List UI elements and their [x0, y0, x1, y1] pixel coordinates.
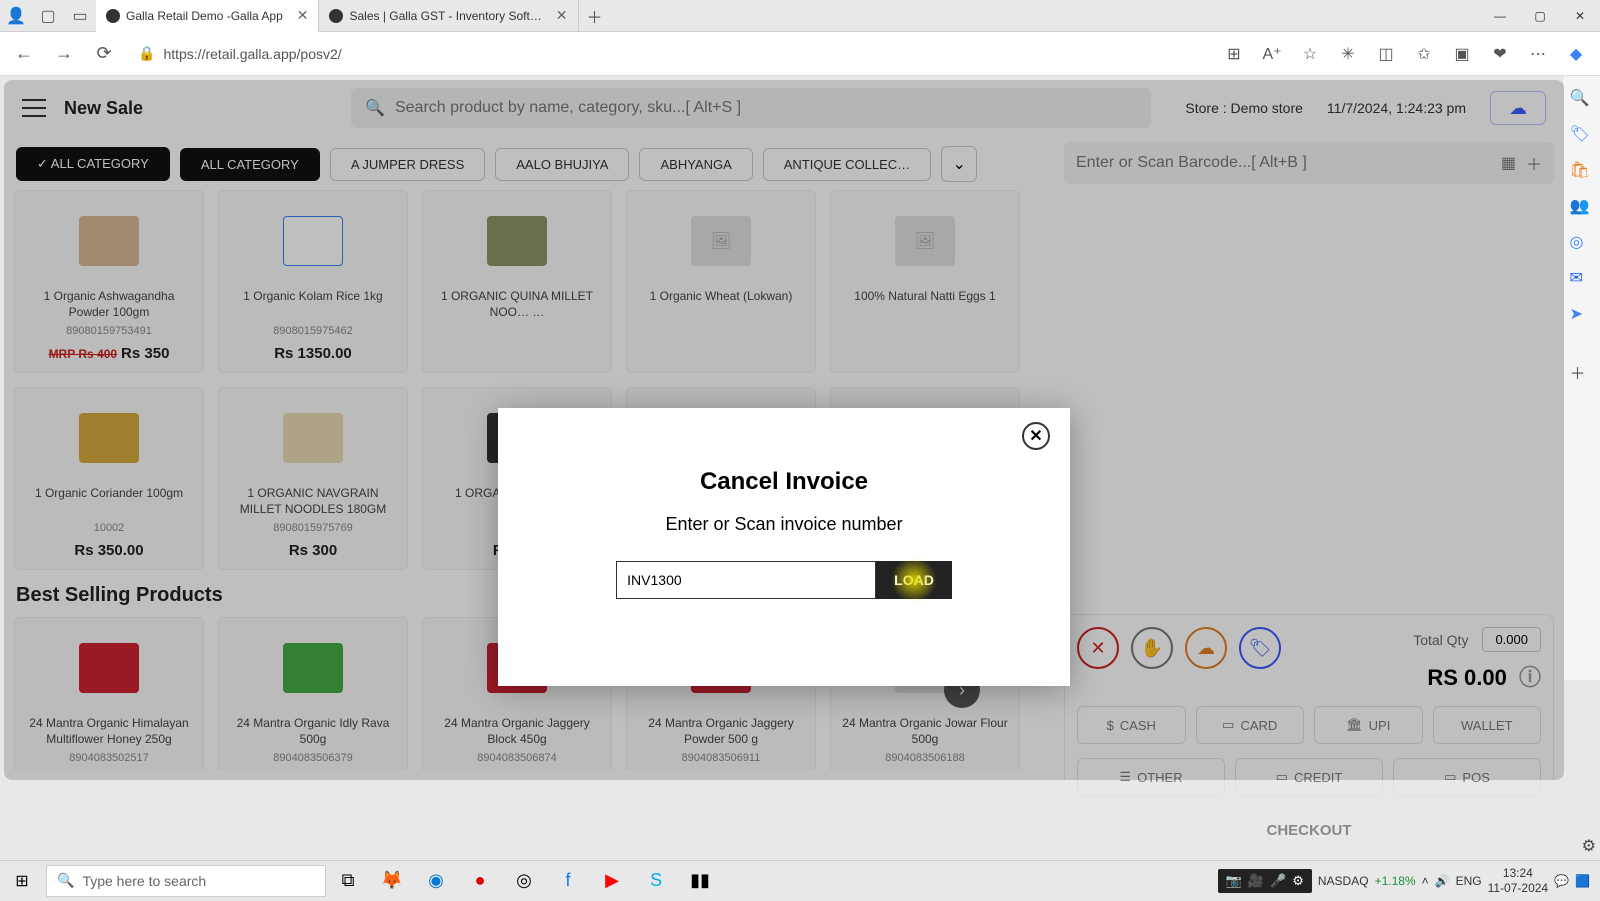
- time: 13:24: [1488, 866, 1549, 880]
- close-icon: ✕: [1029, 426, 1042, 446]
- lock-icon: 🔒: [138, 45, 155, 62]
- modal-close-button[interactable]: ✕: [1022, 422, 1050, 450]
- checkout-button[interactable]: CHECKOUT: [1077, 808, 1541, 853]
- chrome-icon[interactable]: ◎: [502, 861, 546, 901]
- extension-icon[interactable]: ✳: [1332, 38, 1364, 70]
- windows-search-input[interactable]: 🔍 Type here to search: [46, 865, 326, 897]
- office-icon[interactable]: ◎: [1570, 232, 1594, 256]
- tray-expand-icon[interactable]: ˄: [1422, 874, 1429, 888]
- edge-sidebar: 🔍 🏷 🛍 👥 ◎ ✉ ➤ ＋: [1562, 76, 1600, 680]
- recording-tray[interactable]: 📷 🎥 🎤 ⚙: [1218, 869, 1312, 893]
- new-tab-button[interactable]: ＋: [579, 0, 611, 32]
- url-input[interactable]: 🔒 https://retail.galla.app/posv2/: [128, 45, 1210, 62]
- people-icon[interactable]: 👥: [1570, 196, 1594, 220]
- audio-icon: 🎤: [1270, 873, 1286, 889]
- tab-title: Sales | Galla GST - Inventory Soft…: [349, 9, 541, 23]
- video-icon: 🎥: [1248, 873, 1264, 889]
- tab-actions-icon[interactable]: ▭: [64, 0, 96, 32]
- collections-icon[interactable]: ▣: [1446, 38, 1478, 70]
- settings-gear-icon[interactable]: ⚙: [1582, 836, 1596, 856]
- edge-icon[interactable]: ◉: [414, 861, 458, 901]
- close-window-button[interactable]: ✕: [1560, 0, 1600, 32]
- close-icon[interactable]: ✕: [297, 7, 309, 24]
- app-icon[interactable]: ▮▮: [678, 861, 722, 901]
- search-icon[interactable]: 🔍: [1570, 88, 1594, 112]
- star-icon[interactable]: ☆: [1294, 38, 1326, 70]
- copilot-taskbar-icon[interactable]: 🟦: [1575, 874, 1590, 888]
- profile-icon[interactable]: 👤: [0, 0, 32, 32]
- shield-icon[interactable]: ❤: [1484, 38, 1516, 70]
- more-icon[interactable]: ⋯: [1522, 38, 1554, 70]
- date: 11-07-2024: [1488, 881, 1549, 895]
- favicon-icon: [329, 9, 343, 23]
- favorites-icon[interactable]: ✩: [1408, 38, 1440, 70]
- tab-strip: Galla Retail Demo -Galla App ✕ Sales | G…: [96, 0, 611, 32]
- modal-form: LOAD: [522, 561, 1046, 599]
- windows-taskbar: ⊞ 🔍 Type here to search ⧉ 🦊 ◉ ● ◎ f ▶ S …: [0, 860, 1600, 900]
- minimize-button[interactable]: —: [1480, 0, 1520, 32]
- taskview-icon[interactable]: ⧉: [326, 861, 370, 901]
- modal-title: Cancel Invoice: [522, 468, 1046, 496]
- load-button-label: LOAD: [894, 572, 934, 588]
- search-icon: 🔍: [57, 872, 74, 889]
- read-aloud-icon[interactable]: A⁺: [1256, 38, 1288, 70]
- modal-subtitle: Enter or Scan invoice number: [522, 514, 1046, 535]
- tab-sales[interactable]: Sales | Galla GST - Inventory Soft… ✕: [319, 0, 578, 32]
- shopping-icon[interactable]: 🛍: [1570, 160, 1594, 184]
- tab-galla-retail[interactable]: Galla Retail Demo -Galla App ✕: [96, 0, 319, 32]
- ticker-change: +1.18%: [1375, 874, 1416, 888]
- volume-icon[interactable]: 🔊: [1435, 874, 1450, 888]
- language-indicator[interactable]: ENG: [1456, 874, 1482, 888]
- record-icon[interactable]: ●: [458, 861, 502, 901]
- facebook-icon[interactable]: f: [546, 861, 590, 901]
- skype-icon[interactable]: S: [634, 861, 678, 901]
- address-bar: ← → ⟳ 🔒 https://retail.galla.app/posv2/ …: [0, 32, 1600, 76]
- app-icon[interactable]: ⊞: [1218, 38, 1250, 70]
- back-button[interactable]: ←: [8, 38, 40, 70]
- maximize-button[interactable]: ▢: [1520, 0, 1560, 32]
- window-controls: — ▢ ✕: [1480, 0, 1600, 32]
- url-text: https://retail.galla.app/posv2/: [163, 46, 341, 62]
- forward-button[interactable]: →: [48, 38, 80, 70]
- gear-icon: ⚙: [1292, 873, 1304, 889]
- clock[interactable]: 13:24 11-07-2024: [1488, 866, 1549, 895]
- outlook-icon[interactable]: ✉: [1570, 268, 1594, 292]
- firefox-icon[interactable]: 🦊: [370, 861, 414, 901]
- notifications-icon[interactable]: 💬: [1554, 874, 1569, 888]
- copilot-icon[interactable]: ◆: [1560, 38, 1592, 70]
- workspaces-icon[interactable]: ▢: [32, 0, 64, 32]
- start-button[interactable]: ⊞: [0, 861, 44, 901]
- send-icon[interactable]: ➤: [1570, 304, 1594, 328]
- ticker-name: NASDAQ: [1318, 874, 1369, 888]
- youtube-icon[interactable]: ▶: [590, 861, 634, 901]
- cancel-invoice-modal: ✕ Cancel Invoice Enter or Scan invoice n…: [498, 408, 1070, 686]
- load-button[interactable]: LOAD: [876, 561, 952, 599]
- refresh-button[interactable]: ⟳: [88, 38, 120, 70]
- split-icon[interactable]: ◫: [1370, 38, 1402, 70]
- tab-title: Galla Retail Demo -Galla App: [126, 9, 283, 23]
- tag-icon[interactable]: 🏷: [1570, 124, 1594, 148]
- browser-titlebar: 👤 ▢ ▭ Galla Retail Demo -Galla App ✕ Sal…: [0, 0, 1600, 32]
- camera-icon: 📷: [1226, 873, 1242, 889]
- add-sidebar-icon[interactable]: ＋: [1570, 360, 1594, 384]
- favicon-icon: [106, 9, 120, 23]
- search-placeholder: Type here to search: [82, 873, 206, 889]
- stock-ticker[interactable]: NASDAQ +1.18%: [1318, 874, 1416, 888]
- close-icon[interactable]: ✕: [556, 7, 568, 24]
- invoice-number-input[interactable]: [616, 561, 876, 599]
